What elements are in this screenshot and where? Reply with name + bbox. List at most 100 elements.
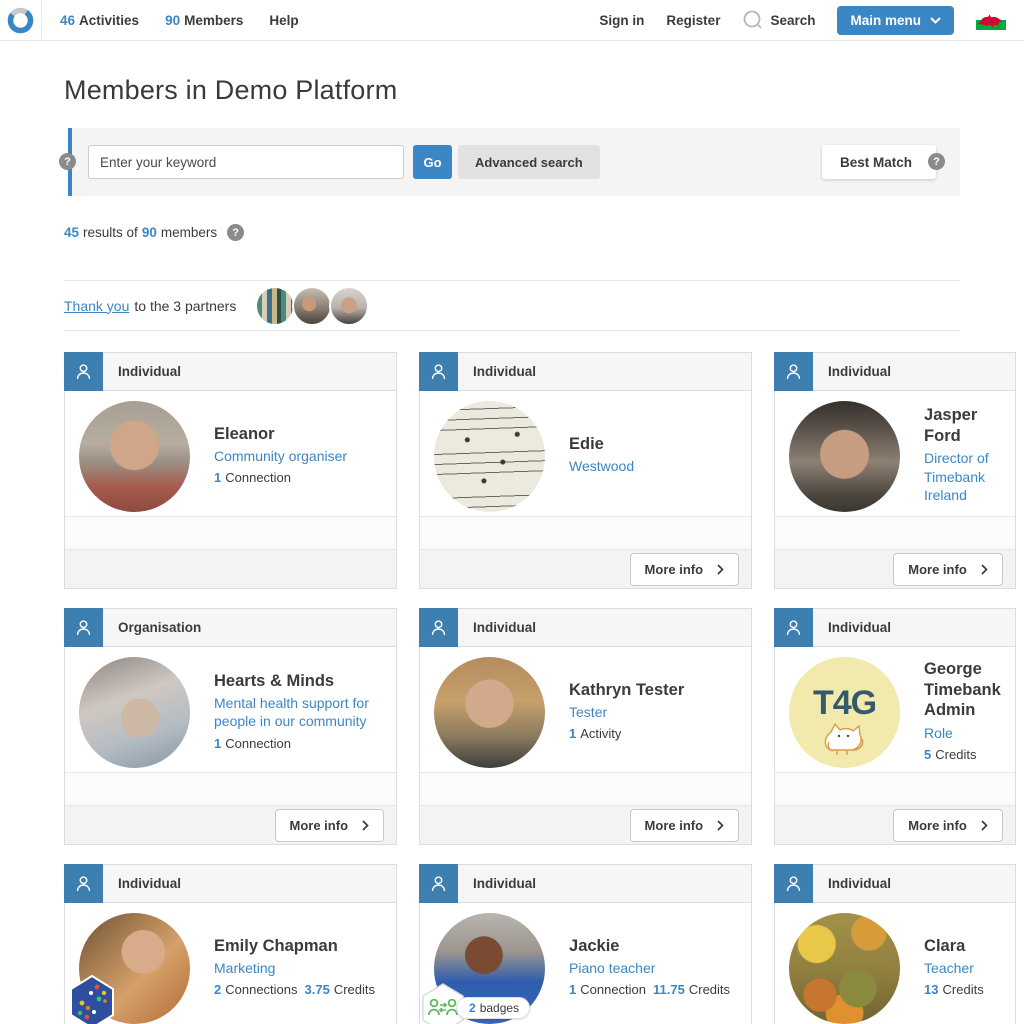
primary-nav: 46Activities 90Members Help xyxy=(60,13,299,28)
member-type-label: Individual xyxy=(828,620,891,635)
member-stats: 2Connections3.75Credits xyxy=(214,982,382,997)
thank-you-link[interactable]: Thank you xyxy=(64,298,129,314)
go-button[interactable]: Go xyxy=(413,145,452,179)
partner-avatar[interactable] xyxy=(255,286,295,326)
member-name: Kathryn Tester xyxy=(569,680,684,701)
more-info-button[interactable]: More info xyxy=(630,553,740,586)
secondary-nav: Sign in Register Search Main menu xyxy=(599,6,1006,35)
sign-in-link[interactable]: Sign in xyxy=(599,13,644,28)
more-info-button[interactable]: More info xyxy=(630,809,740,842)
member-stats: 1Activity xyxy=(569,726,684,741)
member-card-eleanor: Individual Eleanor Community organiser 1… xyxy=(64,352,397,589)
search-link[interactable]: Search xyxy=(742,9,815,31)
chevron-right-icon xyxy=(981,564,988,575)
member-role: Role xyxy=(924,724,1001,742)
member-name: Edie xyxy=(569,434,634,455)
best-match-sort-button[interactable]: Best Match xyxy=(822,145,936,179)
member-card-jasper-ford: Individual Jasper Ford Director of Timeb… xyxy=(774,352,1016,589)
member-avatar[interactable] xyxy=(789,913,900,1024)
keyword-search-input[interactable] xyxy=(88,145,404,179)
member-card-edie: Individual Edie Westwood More info xyxy=(419,352,752,589)
member-role: Westwood xyxy=(569,457,634,475)
member-role: Piano teacher xyxy=(569,959,737,977)
member-name: Clara xyxy=(924,936,991,957)
results-summary: 45 results of 90 members xyxy=(64,224,960,241)
member-stats: 5Credits xyxy=(924,747,1001,762)
member-role: Marketing xyxy=(214,959,382,977)
member-card-kathryn-tester: Individual Kathryn Tester Tester 1Activi… xyxy=(419,608,752,845)
confetti-badge-icon[interactable] xyxy=(67,975,117,1024)
nav-activities[interactable]: 46Activities xyxy=(60,13,139,28)
top-navigation-bar: 46Activities 90Members Help Sign in Regi… xyxy=(0,0,1024,41)
partners-row: Thank you to the 3 partners xyxy=(64,280,960,331)
member-search-panel: Go Advanced search Best Match xyxy=(68,128,960,196)
results-help-icon[interactable] xyxy=(227,224,244,241)
member-role: Teacher xyxy=(924,959,991,977)
cat-icon xyxy=(817,720,869,760)
member-stats: 1Connection xyxy=(214,736,382,751)
page-title: Members in Demo Platform xyxy=(64,75,960,106)
member-avatar[interactable] xyxy=(434,401,545,512)
member-type-label: Individual xyxy=(118,876,181,891)
nav-members[interactable]: 90Members xyxy=(165,13,243,28)
badge-count-pill: 2badges xyxy=(456,997,530,1019)
member-stats: 1Connection xyxy=(214,470,347,485)
partner-avatars xyxy=(258,286,369,326)
member-name: Hearts & Minds xyxy=(214,671,382,692)
logo-ring-icon xyxy=(7,7,34,34)
member-avatar[interactable] xyxy=(79,401,190,512)
person-icon xyxy=(64,352,103,391)
member-type-label: Individual xyxy=(473,364,536,379)
person-icon xyxy=(774,352,813,391)
avatar-t4g-text: T4G xyxy=(813,684,876,723)
member-name: Jackie xyxy=(569,936,737,957)
member-role: Community organiser xyxy=(214,447,347,465)
more-info-button[interactable]: More info xyxy=(275,809,385,842)
person-icon xyxy=(419,352,458,391)
member-avatar[interactable] xyxy=(434,657,545,768)
member-avatar[interactable] xyxy=(789,401,900,512)
more-info-button[interactable]: More info xyxy=(893,553,1003,586)
member-type-label: Individual xyxy=(828,364,891,379)
member-card-hearts-minds: Organisation Hearts & Minds Mental healt… xyxy=(64,608,397,845)
person-icon xyxy=(64,864,103,903)
partner-avatar[interactable] xyxy=(329,286,369,326)
chevron-right-icon xyxy=(362,820,369,831)
member-role: Mental health support for people in our … xyxy=(214,694,382,730)
members-grid: Individual Eleanor Community organiser 1… xyxy=(64,352,960,1024)
member-card-clara: Individual Clara Teacher 13Credits xyxy=(774,864,1016,1024)
chevron-down-icon xyxy=(930,17,941,24)
main-menu-button[interactable]: Main menu xyxy=(837,6,954,35)
member-role: Tester xyxy=(569,703,684,721)
member-name: Jasper Ford xyxy=(924,405,1001,446)
partner-avatar[interactable] xyxy=(292,286,332,326)
search-help-icon[interactable] xyxy=(59,153,76,170)
chevron-right-icon xyxy=(717,820,724,831)
more-info-button[interactable]: More info xyxy=(893,809,1003,842)
member-stats: 1Connection11.75Credits xyxy=(569,982,737,997)
badges-group[interactable]: 2badges xyxy=(420,983,530,1024)
welsh-flag-icon[interactable] xyxy=(976,10,1006,30)
member-type-label: Individual xyxy=(473,620,536,635)
member-name: Emily Chapman xyxy=(214,936,382,957)
member-name: George Timebank Admin xyxy=(924,659,1001,721)
person-icon xyxy=(419,608,458,647)
advanced-search-button[interactable]: Advanced search xyxy=(458,145,600,179)
member-avatar[interactable] xyxy=(79,657,190,768)
member-card-jackie: Individual 2badges Jackie xyxy=(419,864,752,1024)
nav-help[interactable]: Help xyxy=(269,13,298,28)
person-icon xyxy=(419,864,458,903)
platform-logo[interactable] xyxy=(0,0,42,40)
member-type-label: Individual xyxy=(473,876,536,891)
member-avatar[interactable]: T4G xyxy=(789,657,900,768)
member-role: Director of Timebank Ireland xyxy=(924,449,1001,504)
sort-help-icon[interactable] xyxy=(928,153,945,170)
member-stats: 13Credits xyxy=(924,982,991,997)
register-link[interactable]: Register xyxy=(666,13,720,28)
person-icon xyxy=(774,608,813,647)
person-icon xyxy=(64,608,103,647)
member-name: Eleanor xyxy=(214,424,347,445)
member-type-label: Individual xyxy=(118,364,181,379)
member-type-label: Individual xyxy=(828,876,891,891)
member-type-label: Organisation xyxy=(118,620,201,635)
